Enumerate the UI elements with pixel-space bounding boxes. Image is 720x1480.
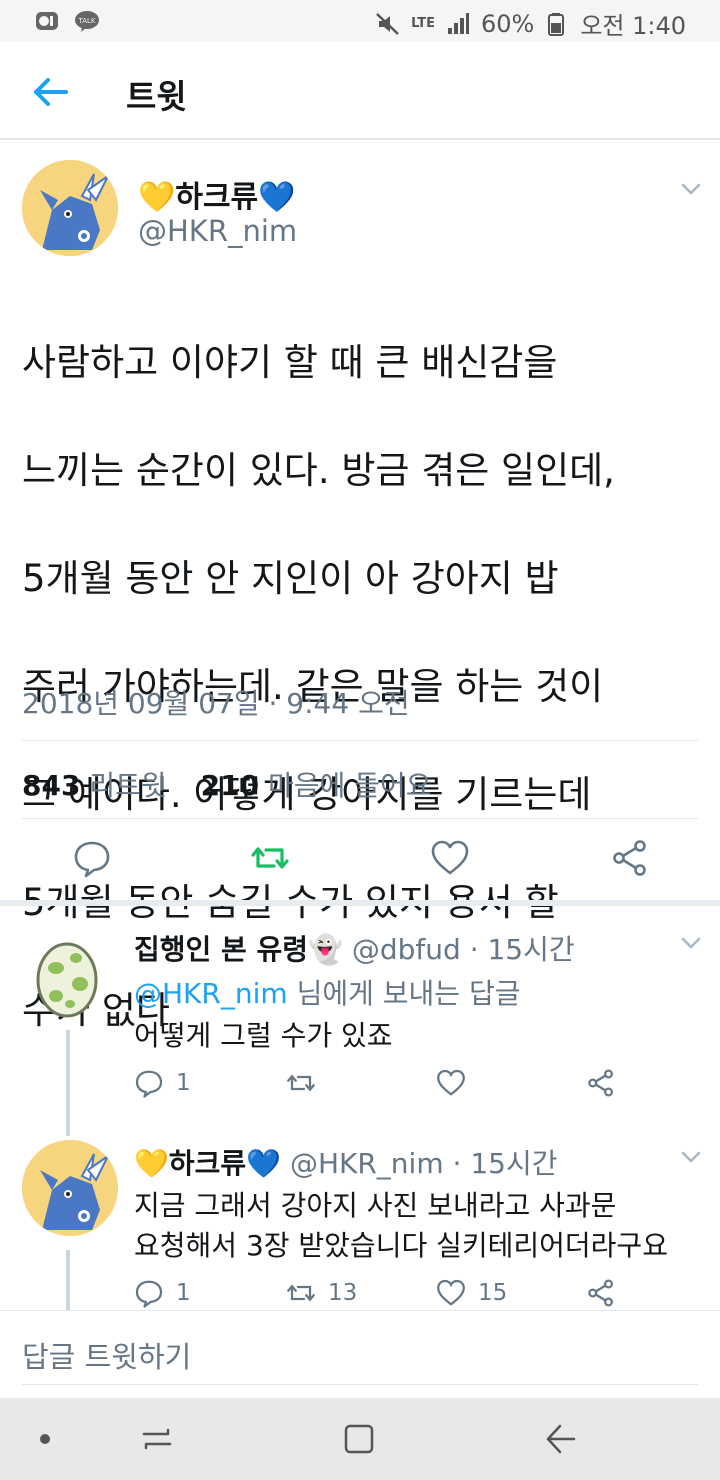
divider [22,740,698,741]
signal-icon [447,12,469,34]
recent-apps-icon[interactable] [138,1420,176,1458]
divider [0,1310,720,1311]
like-action[interactable]: 15 [436,1278,507,1308]
like-action[interactable] [436,1068,478,1098]
reply-composer-input[interactable]: 답글 트윗하기 [22,1334,191,1376]
divider [22,818,698,819]
blue-heart-emoji: 💙 [258,180,296,215]
retweet-icon [287,1074,315,1092]
dot-icon[interactable] [26,1420,64,1458]
blue-heart-emoji: 💙 [246,1147,282,1180]
chevron-down-icon[interactable] [678,930,704,956]
reply-text: 요청해서 3장 받았습니다 실키테리어더라구요 [134,1229,668,1262]
battery-percent: 60% [480,9,535,38]
section-separator [0,900,720,906]
retweet-action[interactable]: 13 [286,1278,357,1308]
network-type: LTE [411,16,435,31]
app-header: 트윗 [0,42,720,140]
svg-text:TALK: TALK [77,17,95,25]
avatar[interactable] [22,1140,118,1236]
author-handle[interactable]: @HKR_nim [138,214,297,248]
chevron-down-icon[interactable] [678,1144,704,1170]
share-icon[interactable] [610,838,650,878]
clock: 오전 1:40 [580,12,686,40]
home-icon[interactable] [340,1420,378,1458]
reply-header[interactable]: 집행인 본 유령👻 @dbfud · 15시간 [134,928,575,968]
heart-icon [437,1069,465,1096]
yellow-heart-emoji: 💛 [138,180,176,215]
thread-line [66,1250,70,1310]
tweet-stats: 843 리트윗 210 마음에 들어요 [22,764,431,804]
reply-action[interactable]: 1 [134,1068,191,1098]
share-action[interactable] [586,1278,616,1308]
reply-text: 지금 그래서 강아지 사진 보내라고 사과문 [134,1189,617,1222]
egg-avatar-icon[interactable] [34,938,100,1018]
ghost-emoji: 👻 [308,933,343,966]
back-arrow-icon[interactable] [30,72,70,112]
tweet-timestamp[interactable]: 2018년 09월 07일 · 9:44 오전 [22,682,410,722]
kakaotalk-icon: TALK [75,11,99,32]
retweet-stat[interactable]: 843 리트윗 [22,764,167,804]
uplus-icon [36,12,58,30]
share-action[interactable] [586,1068,616,1098]
share-icon [588,1279,613,1307]
chevron-down-icon[interactable] [678,176,704,202]
dragon-avatar-icon [22,160,118,256]
reply-action[interactable]: 1 [134,1278,191,1308]
heart-icon[interactable] [430,838,470,878]
page-title: 트윗 [126,77,187,116]
system-nav-bar [0,1398,720,1480]
author-name[interactable]: 💛하크류💙 [138,172,296,216]
dragon-avatar-icon [22,1140,118,1236]
reply-icon [135,1280,163,1308]
reply-icon [135,1070,163,1098]
like-stat[interactable]: 210 마음에 들어요 [201,764,432,804]
back-icon[interactable] [540,1420,578,1458]
reply-mention: @HKR_nim 님에게 보내는 답글 [134,977,521,1010]
mute-icon [376,12,399,35]
heart-icon [437,1279,465,1306]
status-bar: TALK LTE 60% 오전 1:40 [0,0,720,42]
retweet-action[interactable] [286,1068,328,1098]
retweet-icon[interactable] [250,838,290,878]
mention-link[interactable]: @HKR_nim [134,977,288,1010]
battery-icon [548,12,565,36]
divider [22,1384,698,1385]
yellow-heart-emoji: 💛 [134,1147,169,1180]
reply-text: 어떻게 그럴 수가 있죠 [134,1019,393,1052]
retweet-icon [287,1284,315,1302]
reply-header[interactable]: 💛하크류💙 @HKR_nim · 15시간 [134,1142,557,1182]
tweet-actions [0,838,720,890]
thread-line [66,1030,70,1136]
reply-icon[interactable] [72,838,112,878]
avatar[interactable] [22,160,118,256]
share-icon [588,1069,613,1097]
